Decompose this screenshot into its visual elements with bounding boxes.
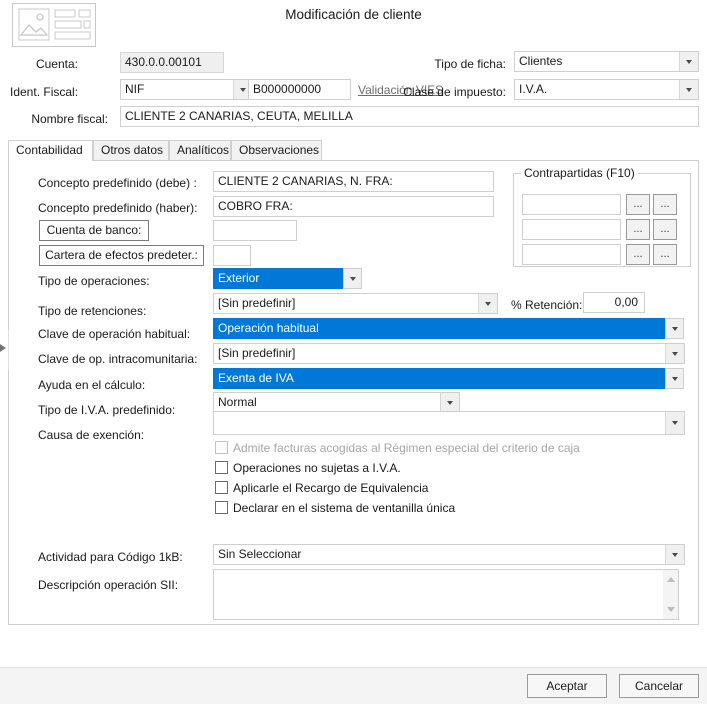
- tab-analiticos[interactable]: Analíticos: [169, 140, 231, 160]
- tipo-iva-combo[interactable]: Normal: [213, 392, 460, 413]
- ident-fiscal-number-field[interactable]: B000000000: [248, 79, 351, 100]
- actividad-combo[interactable]: Sin Seleccionar: [213, 544, 685, 565]
- tipo-retenciones-label: Tipo de retenciones:: [38, 304, 147, 318]
- tab-observaciones-label: Observaciones: [239, 143, 320, 157]
- tipo-operaciones-label: Tipo de operaciones:: [38, 274, 150, 288]
- nombre-fiscal-label: Nombre fiscal:: [31, 112, 108, 126]
- chevron-down-icon[interactable]: [665, 318, 684, 339]
- expand-arrow-icon[interactable]: [0, 344, 6, 352]
- chevron-down-icon[interactable]: [665, 545, 684, 564]
- clase-impuesto-value: I.V.A.: [519, 82, 548, 96]
- causa-exencion-combo[interactable]: [213, 411, 685, 435]
- tipo-ficha-combo[interactable]: Clientes: [514, 51, 699, 72]
- tipo-ficha-label: Tipo de ficha:: [434, 57, 506, 71]
- ident-fiscal-type-combo[interactable]: NIF: [120, 79, 253, 100]
- tipo-iva-label: Tipo de I.V.A. predefinido:: [38, 403, 176, 417]
- contrapartida-browse-2a[interactable]: ...: [626, 219, 650, 240]
- tipo-retenciones-value: [Sin predefinir]: [218, 296, 296, 310]
- checkbox-operaciones-no-sujetas[interactable]: [215, 461, 228, 474]
- ayuda-calculo-label: Ayuda en el cálculo:: [38, 378, 146, 392]
- scroll-down-icon[interactable]: [666, 607, 675, 612]
- accept-button[interactable]: Aceptar: [527, 674, 607, 698]
- tabstrip: Contabilidad Otros datos Analíticos Obse…: [8, 140, 699, 161]
- tipo-retenciones-combo[interactable]: [Sin predefinir]: [213, 293, 498, 314]
- contrapartida-browse-1b[interactable]: ...: [653, 194, 677, 215]
- cuenta-label: Cuenta:: [35, 57, 78, 71]
- scroll-up-icon[interactable]: [666, 577, 675, 582]
- descripcion-sii-scrollbar[interactable]: [663, 570, 678, 619]
- chevron-down-icon[interactable]: [478, 294, 497, 313]
- tab-contabilidad[interactable]: Contabilidad: [8, 140, 93, 161]
- checkbox-ventanilla-unica-label[interactable]: Declarar en el sistema de ventanilla úni…: [233, 501, 455, 515]
- dialog-footer: Aceptar Cancelar: [0, 667, 707, 704]
- tipo-operaciones-value: Exterior: [214, 269, 342, 288]
- nombre-fiscal-field[interactable]: CLIENTE 2 CANARIAS, CEUTA, MELILLA: [120, 106, 699, 127]
- cuenta-banco-field[interactable]: [213, 220, 297, 241]
- tab-otros-datos-label: Otros datos: [101, 143, 164, 157]
- cartera-efectos-field[interactable]: [213, 245, 251, 266]
- chevron-down-icon[interactable]: [679, 80, 698, 99]
- cuenta-banco-button[interactable]: Cuenta de banco:: [39, 220, 149, 241]
- concepto-debe-label: Concepto predefinido (debe) :: [38, 176, 197, 190]
- contrapartida-field-3[interactable]: [522, 244, 621, 265]
- descripcion-sii-label: Descripción operación SII:: [38, 578, 179, 592]
- contrapartida-field-2[interactable]: [522, 219, 621, 240]
- panel-edge-rule: [8, 330, 9, 370]
- clave-operacion-habitual-combo[interactable]: Operación habitual: [213, 318, 684, 339]
- tab-analiticos-label: Analíticos: [177, 143, 230, 157]
- tipo-iva-value: Normal: [218, 395, 257, 409]
- checkbox-recargo-equivalencia[interactable]: [215, 481, 228, 494]
- checkbox-operaciones-no-sujetas-label[interactable]: Operaciones no sujetas a I.V.A.: [233, 461, 401, 475]
- tab-contabilidad-label: Contabilidad: [16, 143, 83, 157]
- actividad-label: Actividad para Código 1kB:: [38, 550, 183, 564]
- ayuda-calculo-combo[interactable]: Exenta de IVA: [213, 368, 684, 389]
- clave-intracomunitaria-value: [Sin predefinir]: [218, 346, 296, 360]
- concepto-haber-field[interactable]: COBRO FRA:: [213, 196, 494, 217]
- window-title: Modificación de cliente: [285, 7, 422, 22]
- ident-fiscal-label: Ident. Fiscal:: [10, 85, 79, 99]
- contrapartida-field-1[interactable]: [522, 194, 621, 215]
- causa-exencion-label: Causa de exención:: [38, 428, 145, 442]
- descripcion-sii-textarea[interactable]: [213, 569, 679, 620]
- contrapartida-browse-3a[interactable]: ...: [626, 244, 650, 265]
- contrapartida-browse-3b[interactable]: ...: [653, 244, 677, 265]
- contrapartida-browse-1a[interactable]: ...: [626, 194, 650, 215]
- cartera-efectos-button[interactable]: Cartera de efectos predeter.:: [39, 245, 204, 266]
- pct-retencion-field[interactable]: 0,00: [583, 292, 645, 313]
- clave-intracomunitaria-label: Clave de op. intracomunitaria:: [38, 352, 198, 366]
- causa-exencion-value: [214, 412, 666, 434]
- chevron-down-icon[interactable]: [665, 344, 684, 363]
- clave-intracomunitaria-combo[interactable]: [Sin predefinir]: [213, 343, 685, 364]
- ayuda-calculo-value: Exenta de IVA: [214, 369, 664, 388]
- chevron-down-icon[interactable]: [679, 52, 698, 71]
- ident-fiscal-type-value: NIF: [125, 82, 145, 96]
- chevron-down-icon[interactable]: [665, 412, 684, 434]
- tab-observaciones[interactable]: Observaciones: [231, 140, 322, 160]
- contrapartidas-legend: Contrapartidas (F10): [521, 166, 638, 180]
- concepto-debe-field[interactable]: CLIENTE 2 CANARIAS, N. FRA:: [213, 171, 494, 192]
- concepto-haber-label: Concepto predefinido (haber):: [38, 201, 198, 215]
- clave-operacion-habitual-value: Operación habitual: [214, 319, 664, 338]
- cancel-button[interactable]: Cancelar: [619, 674, 699, 698]
- clase-impuesto-label: Clase de impuesto:: [403, 85, 506, 99]
- actividad-value: Sin Seleccionar: [218, 547, 302, 561]
- checkbox-criterio-caja: [215, 441, 228, 454]
- tipo-operaciones-combo[interactable]: Exterior: [213, 268, 362, 289]
- pct-retencion-label: % Retención:: [511, 298, 583, 312]
- chevron-down-icon[interactable]: [343, 268, 362, 289]
- tab-otros-datos[interactable]: Otros datos: [93, 140, 169, 160]
- chevron-down-icon[interactable]: [665, 368, 684, 389]
- contrapartida-browse-2b[interactable]: ...: [653, 219, 677, 240]
- checkbox-criterio-caja-label: Admite facturas acogidas al Régimen espe…: [233, 441, 580, 455]
- clave-operacion-habitual-label: Clave de operación habitual:: [38, 327, 191, 341]
- checkbox-ventanilla-unica[interactable]: [215, 501, 228, 514]
- tipo-ficha-value: Clientes: [519, 54, 563, 68]
- cuenta-field[interactable]: 430.0.0.00101: [120, 52, 224, 73]
- checkbox-recargo-equivalencia-label[interactable]: Aplicarle el Recargo de Equivalencia: [233, 481, 428, 495]
- clase-impuesto-combo[interactable]: I.V.A.: [514, 79, 699, 100]
- chevron-down-icon[interactable]: [440, 393, 459, 412]
